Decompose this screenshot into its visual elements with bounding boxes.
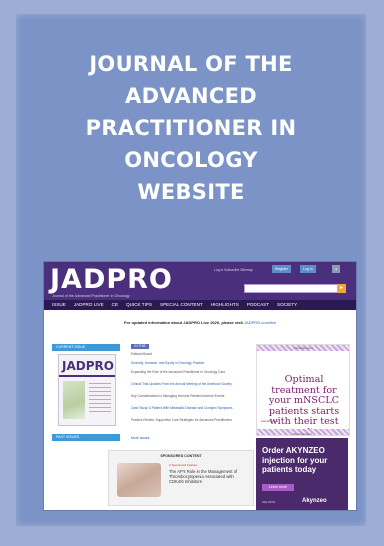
nav-item[interactable]: JADPRO LIVE [74,300,104,310]
article-link[interactable]: Expanding the Role of the Advanced Pract… [131,370,251,374]
title-line: ONCOLOGY [124,148,258,172]
sponsored-content[interactable]: SPONSORED CONTENT A Sponsored Feature Th… [108,450,254,506]
ad-label: Advertisement [292,432,312,436]
notice-banner: For updated information about JADPRO Liv… [44,320,356,325]
user-icon[interactable]: ● [332,265,341,273]
top-links[interactable]: Log in Subscribe Sitemap [214,268,253,272]
title-line: WEBSITE [137,180,245,204]
login-button[interactable]: Log In [300,265,316,273]
search-icon[interactable]: ▸ [337,284,346,293]
nav-item[interactable]: PODCAST [247,300,269,310]
site-header: JADPRO Journal of the Advanced Practitio… [44,262,356,300]
journal-cover[interactable]: JADPRO [58,354,116,426]
title-line: PRACTITIONER IN [85,116,297,140]
notice-link[interactable]: JADPRO.com/live [244,320,276,325]
article-link[interactable]: Clinical Trial Updates From the Annual M… [131,382,251,386]
more-issues-link[interactable]: More Issues [131,436,149,440]
main-nav: ISSUE JADPRO LIVE CE QUICK TIPS SPECIAL … [44,300,356,310]
ad-brand: Akynzeo [302,498,327,504]
cover-band [59,375,115,377]
title-line: ADVANCED [125,84,257,108]
website-screenshot: JADPRO Journal of the Advanced Practitio… [44,262,356,510]
sponsored-caption: A Sponsored Feature [169,463,198,467]
sponsored-label: SPONSORED CONTENT [160,454,202,458]
nav-item[interactable]: CE [112,300,118,310]
article-link[interactable]: Case Study: A Patient With Metastatic Di… [131,406,251,410]
advertisement-1[interactable]: Advertisement Optimal treatment for your… [256,344,350,437]
search-input[interactable] [244,284,338,293]
ad-headline[interactable]: Order AKYNZEO injection for your patient… [262,446,344,475]
nav-item[interactable]: SOCIETY [277,300,297,310]
cover-image [63,381,85,419]
sponsored-image [117,463,161,497]
title-line: JOURNAL OF THE [89,52,293,76]
article-link[interactable]: Practice Review: Supportive Care Strateg… [131,418,251,422]
sponsored-title[interactable]: The AP's Role in the Management of Throm… [169,469,249,484]
nav-item[interactable]: QUICK TIPS [126,300,152,310]
current-issue-tab[interactable]: CURRENT ISSUE [52,344,120,351]
notice-text: For updated information about JADPRO Liv… [123,320,243,325]
register-button[interactable]: Register [272,265,292,273]
article-link[interactable]: Editorial Board [131,352,251,356]
ad-label: Advertisement [293,346,313,350]
ad-sponsor: AstraZeneca [261,419,279,423]
cover-text-lines [89,383,111,413]
past-issues-tab[interactable]: PAST ISSUES [52,434,120,441]
article-link[interactable]: Diversity, Inclusion, and Equity in Onco… [131,361,251,365]
site-logo-subtitle: Journal of the Advanced Practitioner in … [52,294,130,298]
issue-badge: IN THIS ISSUE [131,344,149,353]
nav-item[interactable]: ISSUE [52,300,66,310]
article-link[interactable]: Key Considerations in Managing Immune-Re… [131,394,251,398]
ad-learn-more-button[interactable]: Learn more [262,484,294,491]
nav-item[interactable]: HIGHLIGHTS [211,300,239,310]
nav-item[interactable]: SPECIAL CONTENT [160,300,203,310]
cover-logo: JADPRO [62,359,114,373]
advertisement-2[interactable]: Advertisement Order AKYNZEO injection fo… [256,432,348,510]
ad-sub-brand: HELSINN [262,500,276,504]
poster-title: JOURNAL OF THE ADVANCED PRACTITIONER IN … [18,48,364,208]
site-logo[interactable]: JADPRO [50,264,173,295]
